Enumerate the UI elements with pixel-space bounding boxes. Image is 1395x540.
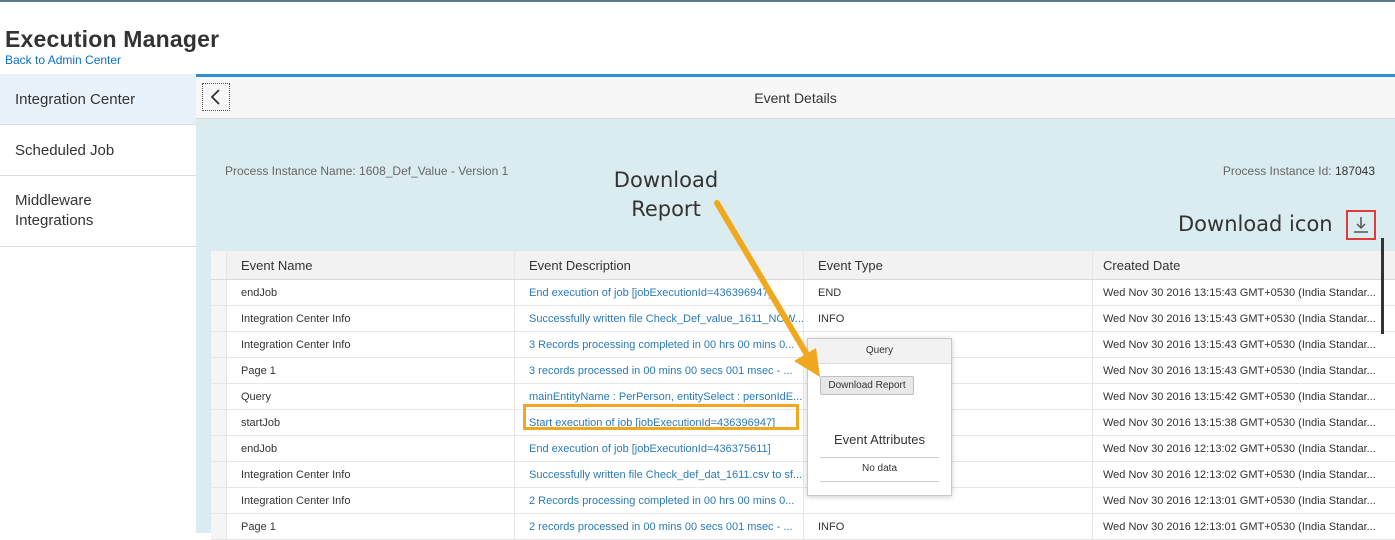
event-name-cell: Page 1 [226,514,514,539]
table-row[interactable]: endJob End execution of job [jobExecution… [211,436,1395,462]
created-date-cell: Wed Nov 30 2016 13:15:43 GMT+0530 (India… [1092,358,1395,383]
table-row[interactable]: Query mainEntityName : PerPerson, entityS… [211,384,1395,410]
created-date-cell: Wed Nov 30 2016 12:13:01 GMT+0530 (India… [1092,514,1395,539]
table-row[interactable]: Integration Center Info 3 Records process… [211,332,1395,358]
table-row[interactable]: Integration Center Info 2 Records process… [211,488,1395,514]
divider [820,457,939,458]
event-name-cell: Page 1 [226,358,514,383]
back-to-admin-center-link[interactable]: Back to Admin Center [5,53,121,67]
event-description-link[interactable]: 3 records processed in 00 mins 00 secs 0… [514,358,803,383]
event-name-cell: Query [226,384,514,409]
download-report-button[interactable]: Download Report [820,376,914,395]
back-button[interactable] [202,83,230,111]
event-name-cell: startJob [226,410,514,435]
event-attributes-heading: Event Attributes [833,432,926,447]
sidebar-item-scheduled-job[interactable]: Scheduled Job [0,125,196,176]
row-selector [211,462,226,487]
created-date-cell: Wed Nov 30 2016 13:15:38 GMT+0530 (India… [1092,410,1395,435]
event-name-cell: endJob [226,436,514,461]
download-icon [1354,217,1368,233]
table-row[interactable]: Page 13 records processed in 00 mins 00 … [211,358,1395,384]
created-date-cell: Wed Nov 30 2016 13:15:43 GMT+0530 (India… [1092,332,1395,357]
event-name-cell: Integration Center Info [226,306,514,331]
table-row[interactable]: endJob End execution of job [jobExecution… [211,280,1395,306]
created-date-cell: Wed Nov 30 2016 12:13:02 GMT+0530 (India… [1092,462,1395,487]
event-description-link[interactable]: End execution of job [jobExecutionId=436… [514,280,803,305]
event-description-link[interactable]: End execution of job [jobExecutionId=436… [514,436,803,461]
created-date-cell: Wed Nov 30 2016 13:15:43 GMT+0530 (India… [1092,306,1395,331]
chevron-left-icon [210,89,220,105]
process-instance-name: Process Instance Name: 1608_Def_Value - … [225,164,509,178]
event-type-cell: INFO [803,514,1092,539]
table-row[interactable]: Integration Center Info Successfully writ… [211,306,1395,332]
row-selector [211,358,226,383]
download-button[interactable] [1346,210,1376,240]
created-date-cell: Wed Nov 30 2016 12:13:01 GMT+0530 (India… [1092,488,1395,513]
process-instance-id-label: Process Instance Id: [1222,164,1332,178]
popover-title: Query [808,339,951,364]
panel-header: Event Details [196,77,1395,119]
sidebar-item-integration-center[interactable]: Integration Center [0,74,196,125]
event-type-cell: END [803,280,1092,305]
top-border [0,0,1395,2]
row-selector [211,384,226,409]
column-header-event-description[interactable]: Event Description [514,251,803,279]
sidebar-item-middleware-integrations[interactable]: Middleware Integrations [0,176,196,247]
row-selector [211,332,226,357]
highlight-box [523,404,799,430]
event-description-link[interactable]: 3 Records processing completed in 00 hrs… [514,332,803,357]
row-selector [211,410,226,435]
process-instance-id-value: 187043 [1334,164,1375,178]
process-instance-id: Process Instance Id: 187043 [1223,164,1375,178]
sidebar-item-label: Integration Center [15,90,136,108]
events-table: Event Name Event Description Event Type … [211,251,1395,540]
event-name-cell: endJob [226,280,514,305]
row-selector [211,280,226,305]
created-date-cell: Wed Nov 30 2016 12:13:02 GMT+0530 (India… [1092,436,1395,461]
table-row[interactable]: Integration Center Info Successfully writ… [211,462,1395,488]
table-row[interactable]: Page 12 records processed in 00 mins 00 … [211,514,1395,540]
divider [820,481,939,482]
download-icon-annotation: Download icon [1178,212,1333,236]
column-header-event-name[interactable]: Event Name [226,251,514,279]
row-selector [211,488,226,513]
created-date-cell: Wed Nov 30 2016 13:15:42 GMT+0530 (India… [1092,384,1395,409]
row-selector [211,514,226,539]
table-header-row: Event Name Event Description Event Type … [211,251,1395,280]
event-name-cell: Integration Center Info [226,488,514,513]
app-title: Execution Manager [5,26,220,52]
event-description-link[interactable]: 2 Records processing completed in 00 hrs… [514,488,803,513]
event-name-cell: Integration Center Info [226,462,514,487]
event-type-cell: INFO [803,306,1092,331]
column-header-event-type[interactable]: Event Type [803,251,1092,279]
event-description-link[interactable]: 2 records processed in 00 mins 00 secs 0… [514,514,803,539]
sidebar: Integration Center Scheduled Job Middlew… [0,74,197,533]
event-description-link[interactable]: Successfully written file Check_Def_valu… [514,306,803,331]
query-popover: Query Download Report Event Attributes N… [807,338,952,496]
download-report-annotation: Download Report [613,168,719,221]
scrollbar[interactable] [1381,238,1384,334]
event-name-cell: Integration Center Info [226,332,514,357]
no-data-text: No data [861,463,898,474]
sidebar-item-label: Middleware Integrations [15,192,94,229]
sidebar-item-label: Scheduled Job [15,141,115,159]
row-selector [211,306,226,331]
table-row[interactable]: startJob Start execution of job [jobExecu… [211,410,1395,436]
event-details-panel: Event Details Process Instance Name: 160… [196,74,1395,540]
row-selector [211,436,226,461]
column-header-created-date[interactable]: Created Date [1092,251,1395,279]
panel-title: Event Details [754,90,837,106]
created-date-cell: Wed Nov 30 2016 13:15:43 GMT+0530 (India… [1092,280,1395,305]
event-description-link[interactable]: Successfully written file Check_def_dat_… [514,462,803,487]
row-selector-header [211,251,226,279]
